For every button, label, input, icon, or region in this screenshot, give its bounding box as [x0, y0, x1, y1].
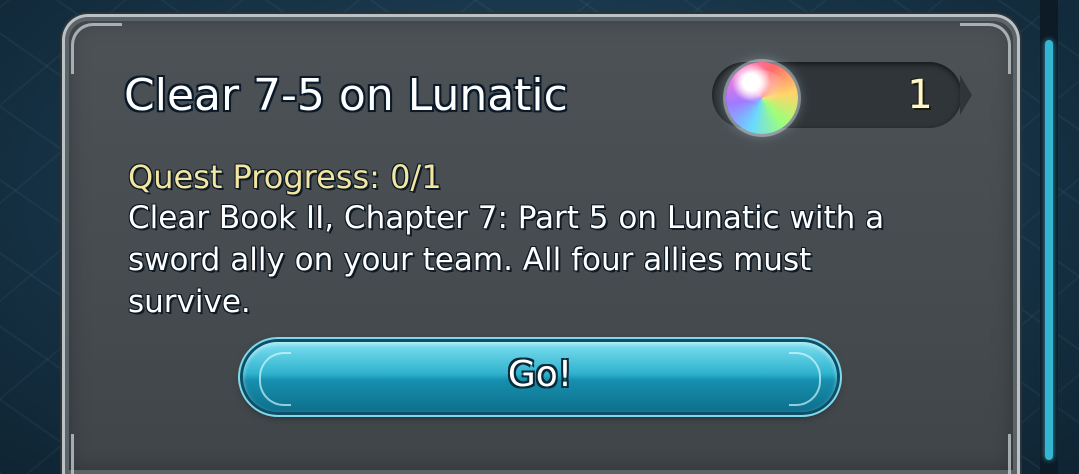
card-corner-ornament	[960, 23, 1011, 74]
quest-progress: Quest Progress: 0/1	[128, 158, 442, 196]
card-side-ornament	[71, 434, 122, 474]
card-corner-ornament	[71, 23, 122, 74]
orb-shine	[736, 70, 786, 104]
card-side-ornament	[960, 434, 1011, 474]
quest-title: Clear 7-5 on Lunatic	[124, 70, 568, 121]
go-button[interactable]: Go!	[243, 342, 837, 412]
quest-description: Clear Book II, Chapter 7: Part 5 on Luna…	[128, 200, 885, 320]
scrollbar-thumb[interactable]	[1045, 40, 1053, 460]
reward-count: 1	[907, 72, 933, 118]
go-button-label: Go!	[507, 354, 573, 395]
